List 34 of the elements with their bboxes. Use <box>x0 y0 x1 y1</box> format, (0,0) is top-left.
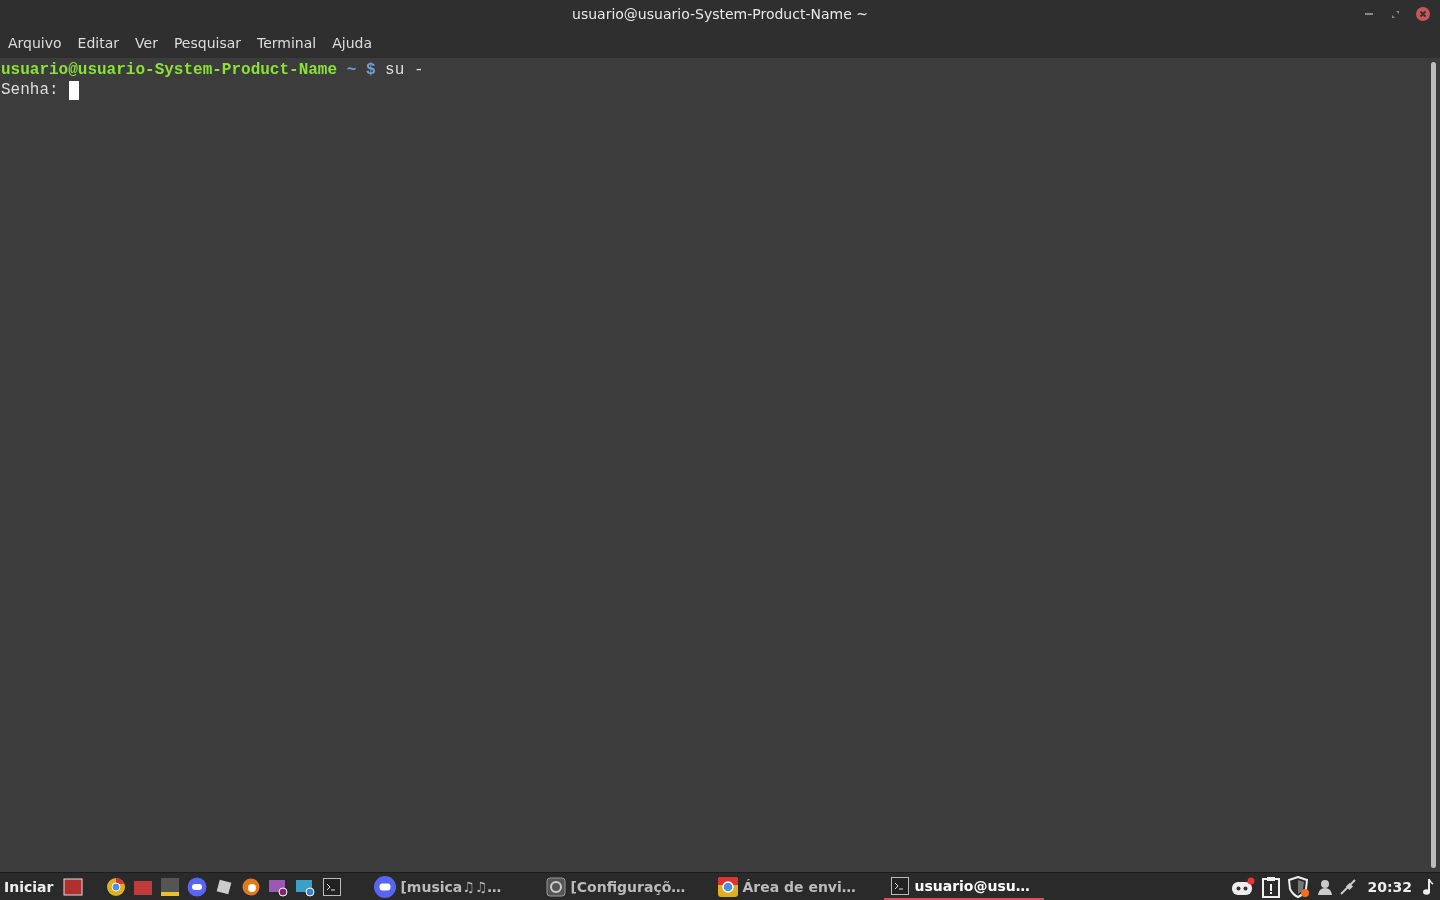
gear-icon <box>546 876 567 897</box>
close-icon[interactable] <box>1416 7 1430 21</box>
terminal-prompt-line: usuario@usuario-System-Product-Name ~ $ su - <box>1 60 424 80</box>
browser-icon <box>718 876 739 897</box>
clipboard-icon[interactable] <box>1261 875 1282 898</box>
chat-icon[interactable] <box>187 876 208 897</box>
menu-item[interactable]: Terminal <box>257 35 317 51</box>
taskbar-window-button[interactable]: usuario@usu… <box>884 873 1045 900</box>
taskbar-window-button[interactable]: [Configuraçõ… <box>540 873 701 900</box>
menu-item[interactable]: Ver <box>135 35 158 51</box>
terminal-icon[interactable] <box>322 876 343 897</box>
chat-app-icon <box>374 875 397 898</box>
connector-icon[interactable] <box>1339 877 1358 896</box>
browser-icon[interactable] <box>106 876 127 897</box>
user-icon[interactable] <box>1317 877 1334 896</box>
taskbar-window-button[interactable]: Área de envi… <box>712 873 873 900</box>
clock[interactable]: 20:32 <box>1367 878 1412 895</box>
maximize-icon[interactable] <box>1391 9 1400 19</box>
window-title: usuario@usuario-System-Product-Name ~ <box>572 6 868 22</box>
shield-icon[interactable] <box>1287 875 1312 898</box>
terminal-icon <box>890 875 911 896</box>
minimize-icon[interactable] <box>1365 12 1375 16</box>
menu-item[interactable]: Arquivo <box>8 35 62 51</box>
taskbar-window-button[interactable]: [musica♫♫… <box>368 873 529 900</box>
menu-item[interactable]: Editar <box>77 35 120 51</box>
terminal-output: Senha: <box>1 80 59 100</box>
menu-item[interactable]: Ajuda <box>332 35 373 51</box>
text-cursor <box>68 80 79 100</box>
chat-app-icon[interactable] <box>1231 876 1256 897</box>
start-menu-button[interactable]: Iniciar <box>0 878 64 895</box>
ring-icon[interactable] <box>241 876 262 897</box>
music-note-icon[interactable] <box>1422 877 1434 896</box>
scrollbar[interactable] <box>1431 62 1436 868</box>
menu-item[interactable]: Pesquisar <box>173 35 242 51</box>
